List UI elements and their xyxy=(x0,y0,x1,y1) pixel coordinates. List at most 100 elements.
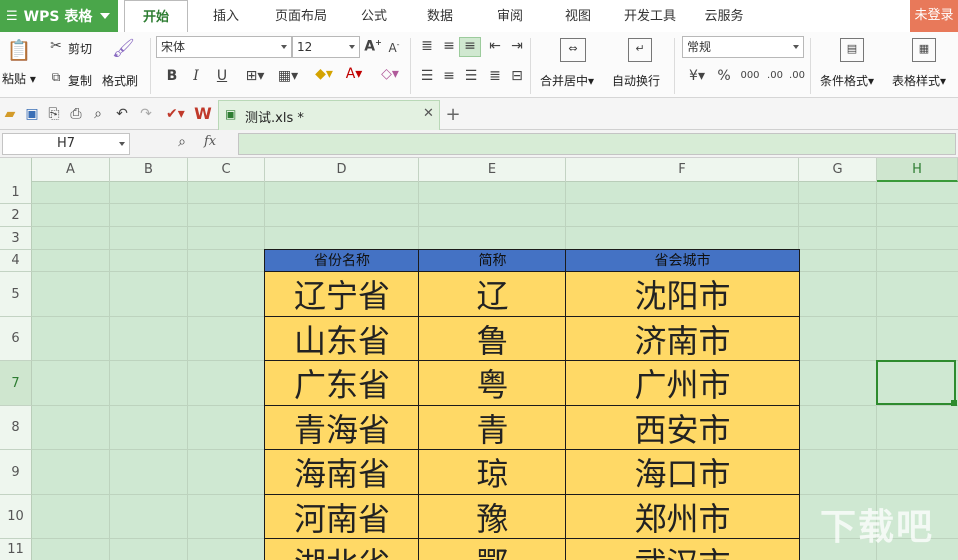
column-header-e[interactable]: E xyxy=(419,158,566,182)
underline-button[interactable]: U xyxy=(214,68,230,84)
table-cell[interactable]: 河南省 xyxy=(264,494,420,539)
table-cell[interactable]: 豫 xyxy=(418,494,567,539)
print-icon[interactable]: ⎙ xyxy=(68,106,84,122)
zoom-icon[interactable]: ⌕ xyxy=(174,134,190,150)
open-folder-icon[interactable]: ▰ xyxy=(2,106,18,122)
column-header-c[interactable]: C xyxy=(188,158,265,182)
tab-insert[interactable]: 插入 xyxy=(196,0,256,32)
table-cell[interactable]: 郑州市 xyxy=(565,494,800,539)
row-header-5[interactable]: 5 xyxy=(0,272,32,317)
tab-view[interactable]: 视图 xyxy=(550,0,606,32)
number-format-select[interactable]: 常规 xyxy=(682,36,804,58)
tab-home[interactable]: 开始 xyxy=(124,0,188,32)
font-shrink-button[interactable]: A- xyxy=(386,40,402,55)
table-cell[interactable]: 琼 xyxy=(418,449,567,495)
table-header-cell[interactable]: 省会城市 xyxy=(565,249,800,272)
table-cell[interactable]: 海口市 xyxy=(565,449,800,495)
align-left-icon[interactable]: ☰ xyxy=(418,68,436,84)
row-header-2[interactable]: 2 xyxy=(0,204,32,227)
scissors-icon[interactable]: ✂ xyxy=(48,38,64,54)
select-all-corner[interactable] xyxy=(0,158,32,182)
align-top-icon[interactable]: ≣ xyxy=(418,38,436,54)
table-cell[interactable]: 湖北省 xyxy=(264,538,420,560)
increase-decimal-button[interactable]: .00 xyxy=(764,70,786,81)
row-header-11[interactable]: 11 xyxy=(0,539,32,560)
wrap-text-button[interactable]: 自动换行 xyxy=(612,72,660,89)
table-cell[interactable]: 海南省 xyxy=(264,449,420,495)
row-header-6[interactable]: 6 xyxy=(0,317,32,361)
row-header-8[interactable]: 8 xyxy=(0,406,32,450)
tab-review[interactable]: 审阅 xyxy=(482,0,538,32)
decrease-decimal-button[interactable]: .00 xyxy=(786,70,808,81)
tab-page-layout[interactable]: 页面布局 xyxy=(264,0,338,32)
font-grow-button[interactable]: A+ xyxy=(364,38,382,55)
table-cell[interactable]: 济南市 xyxy=(565,316,800,361)
row-header-1[interactable]: 1 xyxy=(0,182,32,204)
redo-icon[interactable]: ↷ xyxy=(138,106,154,122)
currency-icon[interactable]: ¥▾ xyxy=(684,68,710,84)
font-size-select[interactable]: 12 xyxy=(292,36,360,58)
row-header-4[interactable]: 4 xyxy=(0,250,32,272)
table-cell[interactable]: 辽宁省 xyxy=(264,271,420,317)
insert-function-button[interactable]: fx xyxy=(204,134,216,149)
tab-developer[interactable]: 开发工具 xyxy=(614,0,686,32)
row-header-9[interactable]: 9 xyxy=(0,450,32,495)
font-color-button[interactable]: A▾ xyxy=(340,66,368,82)
table-cell[interactable]: 青海省 xyxy=(264,405,420,450)
clear-format-icon[interactable]: ◇▾ xyxy=(376,66,404,82)
format-painter-button[interactable]: 格式刷 xyxy=(102,72,138,89)
export-pdf-icon[interactable]: ⎘ xyxy=(46,106,62,122)
tab-cloud[interactable]: 云服务 xyxy=(694,0,754,32)
table-cell[interactable]: 鲁 xyxy=(418,316,567,361)
paste-button[interactable]: 粘贴 ▾ xyxy=(2,70,36,87)
align-right-icon[interactable]: ☰ xyxy=(462,68,480,84)
distribute-icon[interactable]: ⊟ xyxy=(508,68,526,84)
column-header-a[interactable]: A xyxy=(32,158,110,182)
clipboard-icon[interactable]: 📋 xyxy=(6,38,32,66)
percent-button[interactable]: % xyxy=(716,68,732,84)
table-cell[interactable]: 广州市 xyxy=(565,360,800,406)
copy-icon[interactable]: ⧉ xyxy=(48,70,64,85)
column-header-d[interactable]: D xyxy=(265,158,419,182)
conditional-format-button[interactable]: 条件格式▾ xyxy=(820,72,874,89)
bold-button[interactable]: B xyxy=(164,68,180,84)
selected-cell-h7[interactable] xyxy=(876,360,956,405)
column-header-g[interactable]: G xyxy=(799,158,877,182)
new-tab-icon[interactable]: + xyxy=(444,104,462,125)
close-icon[interactable]: ✕ xyxy=(423,106,434,121)
fill-handle[interactable] xyxy=(951,400,957,406)
cut-button[interactable]: 剪切 xyxy=(68,40,92,57)
conditional-format-icon[interactable]: ▤ xyxy=(840,38,864,62)
column-header-f[interactable]: F xyxy=(566,158,799,182)
customize-icon[interactable]: ✔▾ xyxy=(166,106,185,122)
border-icon[interactable]: ⊞▾ xyxy=(242,68,268,84)
align-middle-icon[interactable]: ≡ xyxy=(440,38,458,54)
row-header-7[interactable]: 7 xyxy=(0,361,32,406)
font-name-select[interactable]: 宋体 xyxy=(156,36,292,58)
table-cell[interactable]: 鄂 xyxy=(418,538,567,560)
table-cell[interactable]: 武汉市 xyxy=(565,538,800,560)
table-header-cell[interactable]: 省份名称 xyxy=(264,249,420,272)
fill-color-icon[interactable]: ◆▾ xyxy=(310,66,338,82)
undo-icon[interactable]: ↶ xyxy=(114,106,130,122)
table-cell[interactable]: 辽 xyxy=(418,271,567,317)
column-header-b[interactable]: B xyxy=(110,158,188,182)
justify-icon[interactable]: ≣ xyxy=(486,68,504,84)
indent-left-icon[interactable]: ⇤ xyxy=(486,38,504,54)
tab-formulas[interactable]: 公式 xyxy=(346,0,402,32)
login-button[interactable]: 未登录 xyxy=(910,0,958,32)
wps-w-icon[interactable]: W xyxy=(192,104,214,123)
table-cell[interactable]: 青 xyxy=(418,405,567,450)
table-cell[interactable]: 广东省 xyxy=(264,360,420,406)
align-center-icon[interactable]: ≡ xyxy=(440,68,458,84)
print-preview-icon[interactable]: ⌕ xyxy=(90,106,106,122)
table-cell[interactable]: 山东省 xyxy=(264,316,420,361)
merge-border-icon[interactable]: ▦▾ xyxy=(274,68,302,84)
formula-input[interactable] xyxy=(238,133,956,155)
name-box[interactable]: H7 xyxy=(2,133,130,155)
copy-button[interactable]: 复制 xyxy=(68,72,92,89)
table-style-icon[interactable]: ▦ xyxy=(912,38,936,62)
column-header-h[interactable]: H xyxy=(877,158,958,182)
row-header-3[interactable]: 3 xyxy=(0,227,32,250)
brush-icon[interactable]: 🖌 xyxy=(112,38,135,62)
